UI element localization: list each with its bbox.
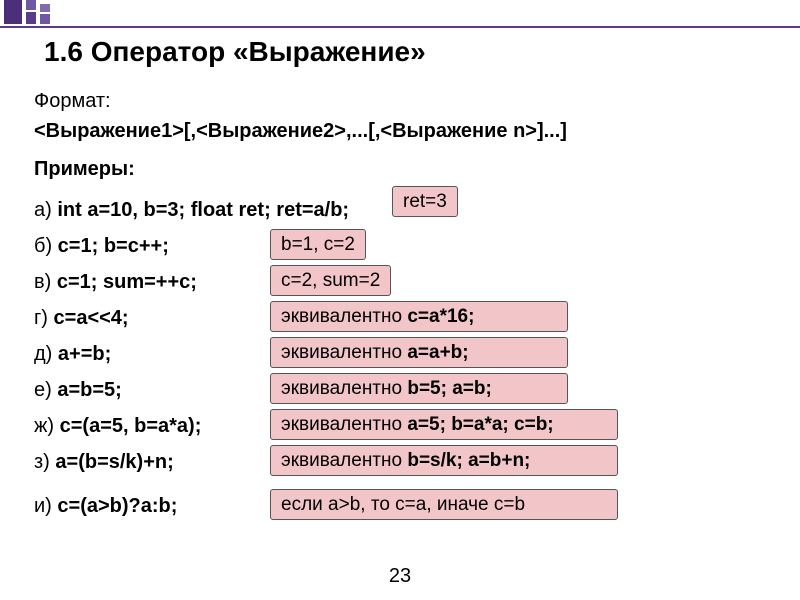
- example-g: г) c=a<<4;: [34, 306, 129, 331]
- example-d: д) a+=b;: [34, 342, 111, 367]
- example-a: а) int a=10, b=3; float ret; ret=a/b;: [34, 198, 349, 223]
- example-e: е) a=b=5;: [34, 378, 122, 403]
- example-z: з) a=(b=s/k)+n;: [34, 450, 174, 475]
- example-zh: ж) c=(a=5, b=a*a);: [34, 414, 201, 439]
- page-title: 1.6 Оператор «Выражение»: [44, 36, 426, 68]
- result-a: ret=3: [392, 186, 458, 217]
- result-v: c=2, sum=2: [270, 265, 391, 296]
- result-e: эквивалентно b=5; a=b;: [270, 373, 568, 404]
- result-i: если a>b, то c=a, иначе c=b: [270, 489, 618, 520]
- slide-decoration: [0, 0, 800, 30]
- examples-label: Примеры:: [34, 157, 135, 182]
- format-syntax: <Выражение1>[,<Выражение2>,...[,<Выражен…: [34, 119, 567, 144]
- page-number: 23: [0, 565, 800, 588]
- format-label: Формат:: [34, 89, 111, 114]
- example-b: б) с=1; b=c++;: [34, 234, 169, 259]
- result-z: эквивалентно b=s/k; a=b+n;: [270, 445, 618, 476]
- result-g: эквивалентно c=a*16;: [270, 301, 568, 332]
- example-v: в) c=1; sum=++c;: [34, 270, 197, 295]
- result-zh: эквивалентно a=5; b=a*a; c=b;: [270, 409, 618, 440]
- result-d: эквивалентно a=a+b;: [270, 337, 568, 368]
- result-b: b=1, c=2: [270, 229, 366, 260]
- example-i: и) c=(a>b)?a:b;: [34, 494, 177, 519]
